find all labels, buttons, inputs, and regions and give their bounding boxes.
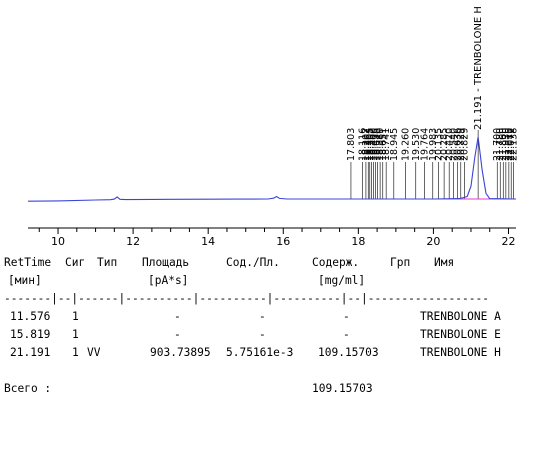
ratio-value: - — [259, 310, 266, 323]
area-value: - — [174, 310, 181, 323]
report-units-row: [мин] [pA*s] [mg/ml] — [0, 274, 540, 292]
col-header-amount: Содерж. — [312, 256, 360, 269]
separator-line: -------|--|------|----------|----------|… — [4, 292, 489, 305]
unit-area: [pA*s] — [148, 274, 189, 287]
x-tick-label: 14 — [201, 235, 215, 248]
signal-value: 1 — [72, 346, 79, 359]
x-tick-label: 22 — [501, 235, 515, 248]
peak-retention-label: 17.803 — [346, 128, 357, 161]
chromatogram-svg: 10 12 14 16 18 20 2217.803 18.11618.20218.26418… — [27, 6, 520, 248]
amount-value: - — [343, 310, 350, 323]
signal-value: 1 — [72, 310, 79, 323]
integration-report: RetTime Сиг Тип Площадь Сод./Пл. Содерж.… — [0, 256, 540, 400]
col-header-rettime: RetTime — [4, 256, 52, 269]
report-spacer — [0, 364, 540, 382]
unit-rettime: [мин] — [8, 274, 42, 287]
col-header-signal: Сиг — [65, 256, 86, 269]
col-header-type: Тип — [97, 256, 118, 269]
rettime-value: 21.191 — [10, 346, 51, 359]
ratio-value: 5.75161e-3 — [226, 346, 294, 359]
rettime-value: 15.819 — [10, 328, 51, 341]
amount-value: - — [343, 328, 350, 341]
x-tick-label: 18 — [351, 235, 365, 248]
compound-name: TRENBOLONE E — [420, 328, 501, 341]
signal-value: 1 — [72, 328, 79, 341]
peak-retention-label: 21.191 - TRENBOLONE H — [473, 6, 484, 130]
x-tick-label: 12 — [126, 235, 140, 248]
report-header-row: RetTime Сиг Тип Площадь Сод./Пл. Содерж.… — [0, 256, 540, 274]
rettime-value: 11.576 — [10, 310, 51, 323]
report-separator: -------|--|------|----------|----------|… — [0, 292, 540, 310]
col-header-group: Грп — [390, 256, 411, 269]
table-row: 15.819 1 - - - TRENBOLONE E — [0, 328, 540, 346]
total-label: Всего : — [4, 382, 52, 395]
table-row: 21.191 1 VV 903.73895 5.75161e-3 109.157… — [0, 346, 540, 364]
area-value: - — [174, 328, 181, 341]
compound-name: TRENBOLONE A — [420, 310, 501, 323]
x-tick-label: 20 — [426, 235, 440, 248]
area-value: 903.73895 — [150, 346, 211, 359]
col-header-ratio: Сод./Пл. — [226, 256, 280, 269]
chromatogram: 10 12 14 16 18 20 22 17.803 18.116 18.202 18.264 18… — [0, 0, 540, 252]
peak-retention-label: 18.945 — [389, 128, 400, 161]
total-value: 109.15703 — [312, 382, 373, 395]
col-header-area: Площадь — [142, 256, 190, 269]
report-total-row: Всего : 109.15703 — [0, 382, 540, 400]
x-tick-label: 16 — [276, 235, 290, 248]
compound-name: TRENBOLONE H — [420, 346, 501, 359]
peak-retention-label: 20.829 — [460, 128, 471, 161]
col-header-name: Имя — [434, 256, 455, 269]
amount-value: 109.15703 — [318, 346, 379, 359]
table-row: 11.576 1 - - - TRENBOLONE A — [0, 310, 540, 328]
x-tick-label: 10 — [51, 235, 65, 248]
type-value: VV — [87, 346, 101, 359]
peak-retention-label: 22.138 — [509, 128, 520, 161]
unit-amount: [mg/ml] — [318, 274, 366, 287]
ratio-value: - — [259, 328, 266, 341]
